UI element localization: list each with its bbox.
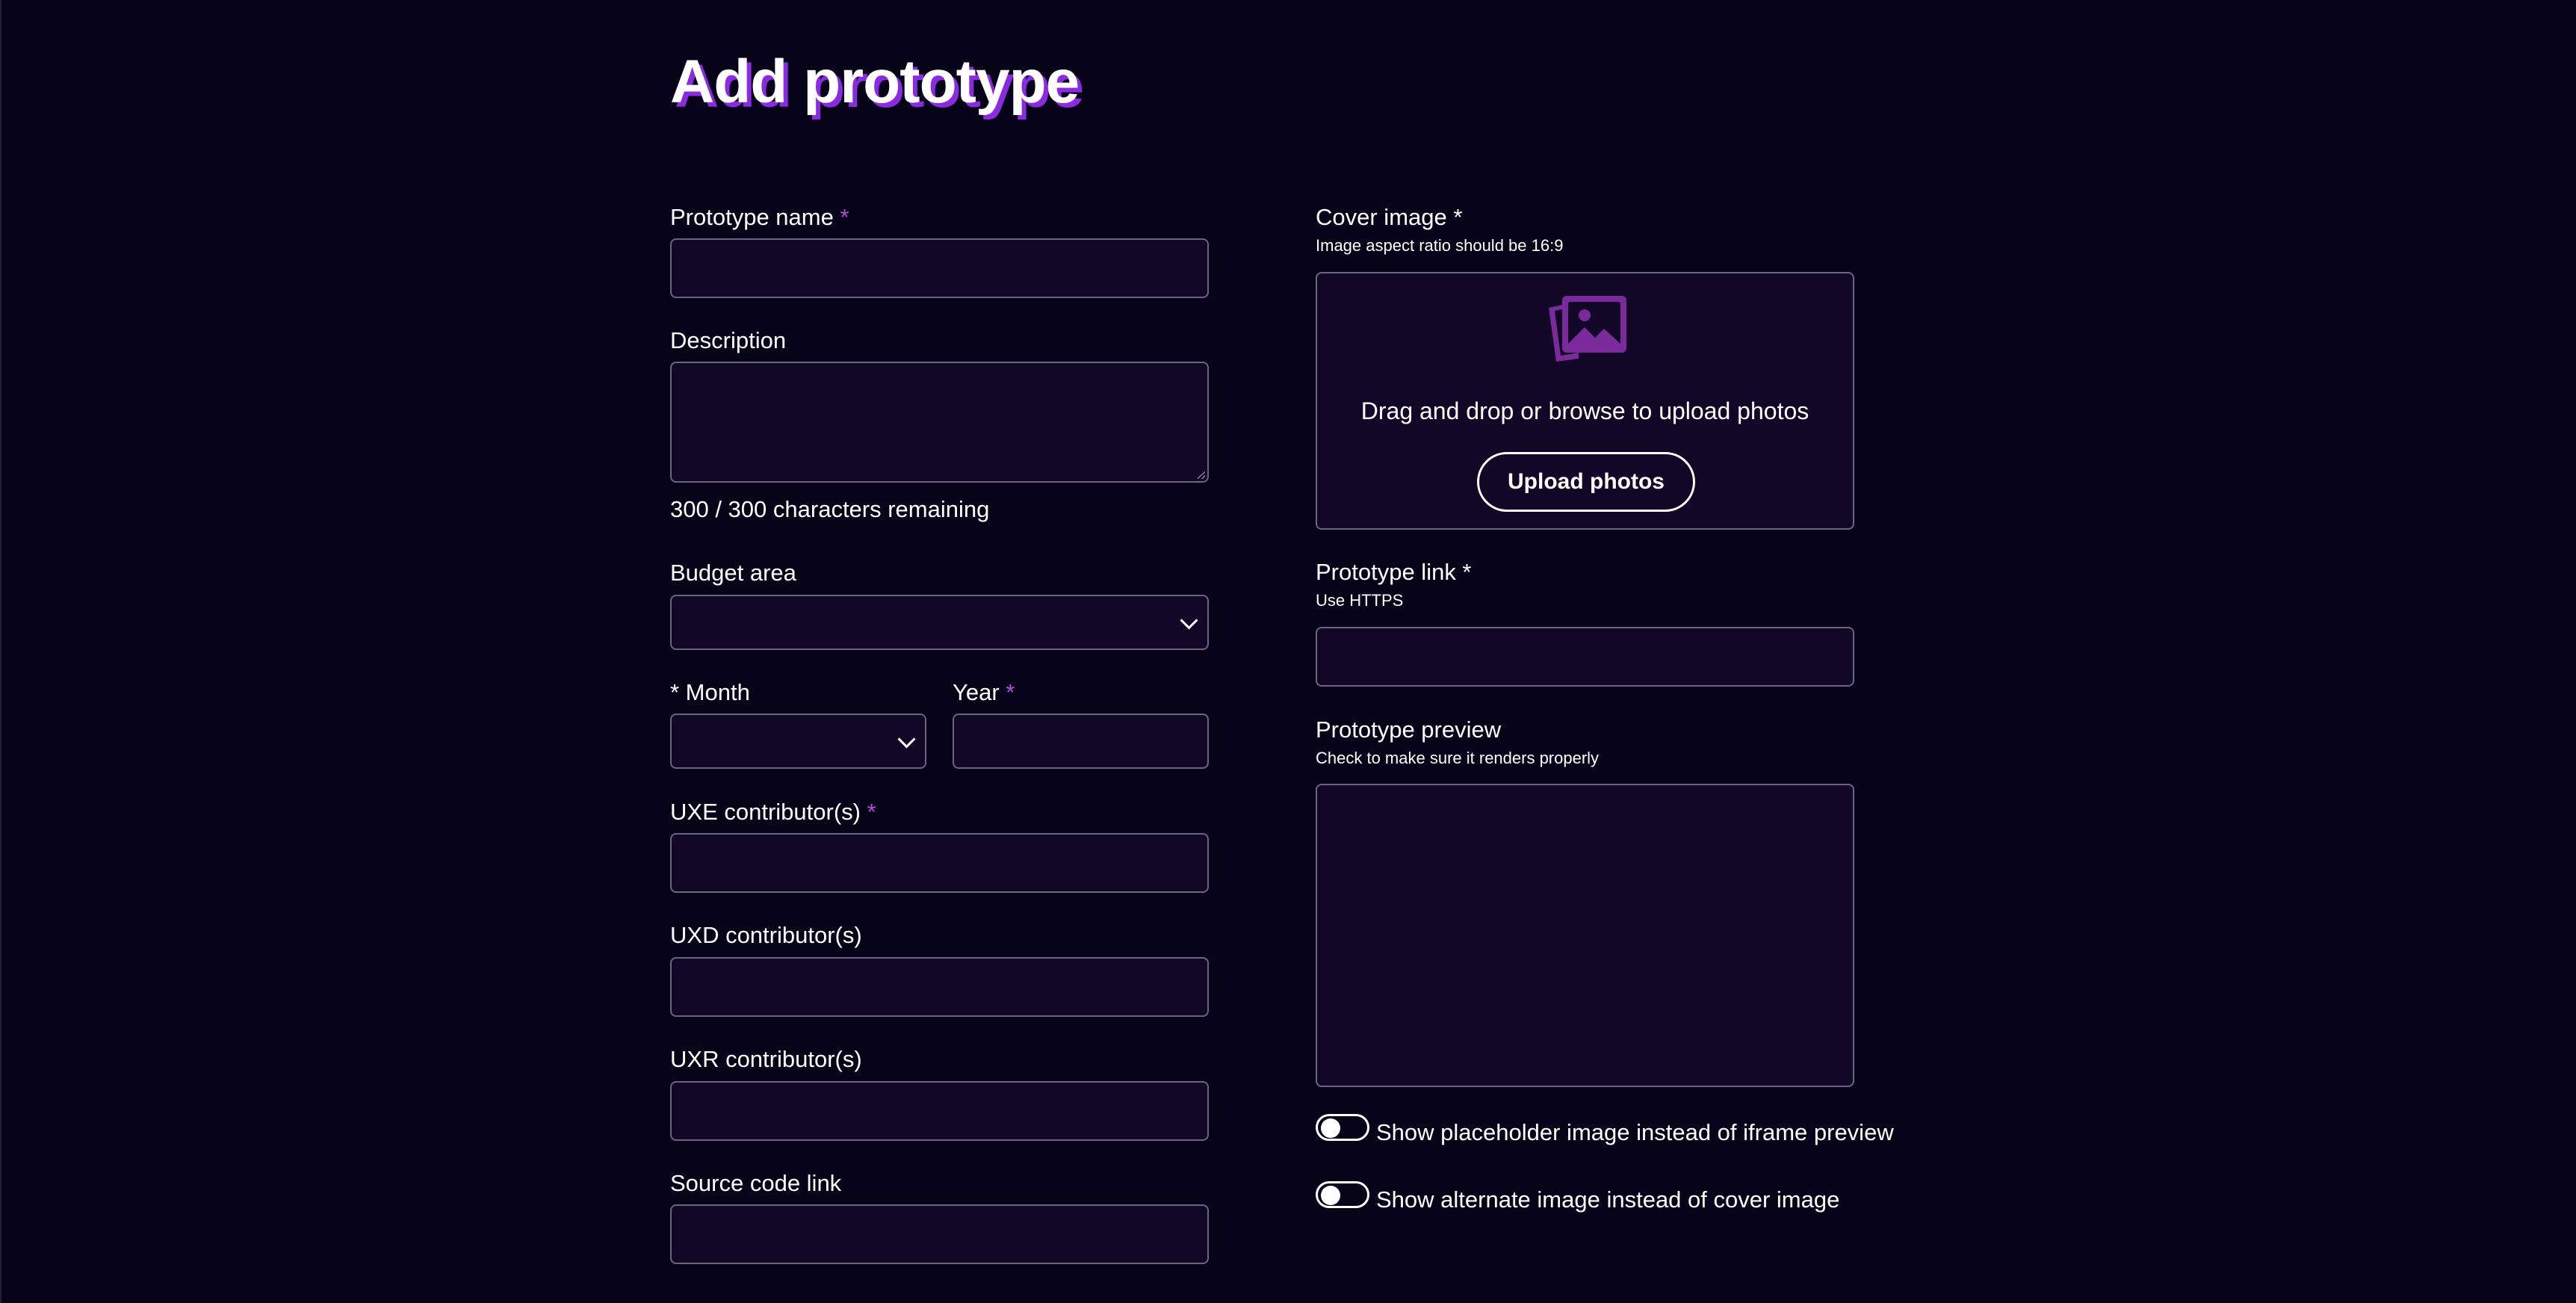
year-label-text: Year (953, 679, 1000, 705)
prototype-link-hint: Use HTTPS (1316, 591, 1404, 610)
description-textarea[interactable] (670, 362, 1209, 483)
prototype-preview-frame (1316, 784, 1854, 1087)
toggle-knob (1321, 1186, 1340, 1205)
required-mark: * (1006, 679, 1015, 705)
prototype-link-input[interactable] (1316, 627, 1854, 687)
uxe-contributors-label-text: UXE contributor(s) (670, 799, 861, 825)
uxd-contributors-label: UXD contributor(s) (670, 922, 862, 948)
photos-icon (1549, 296, 1626, 362)
uxe-contributors-input[interactable] (670, 833, 1209, 893)
uxe-contributors-label: UXE contributor(s) * (670, 797, 876, 827)
cover-image-dropzone[interactable]: Drag and drop or browse to upload photos… (1316, 272, 1854, 530)
chevron-down-icon (1180, 611, 1198, 630)
prototype-name-label-text: Prototype name (670, 204, 834, 230)
required-mark: * (840, 204, 849, 230)
toggle-knob (1321, 1118, 1340, 1138)
placeholder-image-toggle[interactable] (1316, 1114, 1369, 1141)
page-title: Add prototype (670, 48, 1080, 116)
add-prototype-page: Add prototype Prototype name * Descripti… (0, 0, 2576, 1303)
placeholder-image-toggle-label: Show placeholder image instead of iframe… (1376, 1119, 1894, 1145)
uxd-contributors-input[interactable] (670, 957, 1209, 1017)
uxr-contributors-input[interactable] (670, 1081, 1209, 1141)
budget-area-label: Budget area (670, 560, 796, 586)
source-code-link-label: Source code link (670, 1170, 842, 1196)
description-character-counter: 300 / 300 characters remaining (670, 496, 990, 522)
description-label: Description (670, 327, 787, 353)
prototype-name-label: Prototype name * (670, 202, 849, 232)
month-label: * Month (670, 679, 750, 705)
year-input[interactable] (953, 714, 1209, 769)
source-code-link-input[interactable] (670, 1204, 1209, 1264)
budget-area-select[interactable] (670, 595, 1209, 650)
prototype-preview-label: Prototype preview (1316, 717, 1502, 743)
month-select[interactable] (670, 714, 926, 769)
year-label: Year * (953, 678, 1015, 708)
chevron-down-icon (897, 730, 916, 749)
cover-image-label: Cover image * (1316, 204, 1463, 230)
uxr-contributors-label: UXR contributor(s) (670, 1046, 862, 1072)
dropzone-instructions: Drag and drop or browse to upload photos (1360, 397, 1809, 424)
alternate-image-toggle-label: Show alternate image instead of cover im… (1376, 1186, 1840, 1213)
upload-photos-button[interactable]: Upload photos (1477, 452, 1695, 512)
cover-image-hint: Image aspect ratio should be 16:9 (1316, 236, 1564, 255)
prototype-link-label: Prototype link * (1316, 559, 1472, 585)
alternate-image-toggle[interactable] (1316, 1181, 1369, 1208)
required-mark: * (867, 799, 876, 825)
prototype-preview-hint: Check to make sure it renders properly (1316, 749, 1600, 767)
prototype-name-input[interactable] (670, 238, 1209, 298)
